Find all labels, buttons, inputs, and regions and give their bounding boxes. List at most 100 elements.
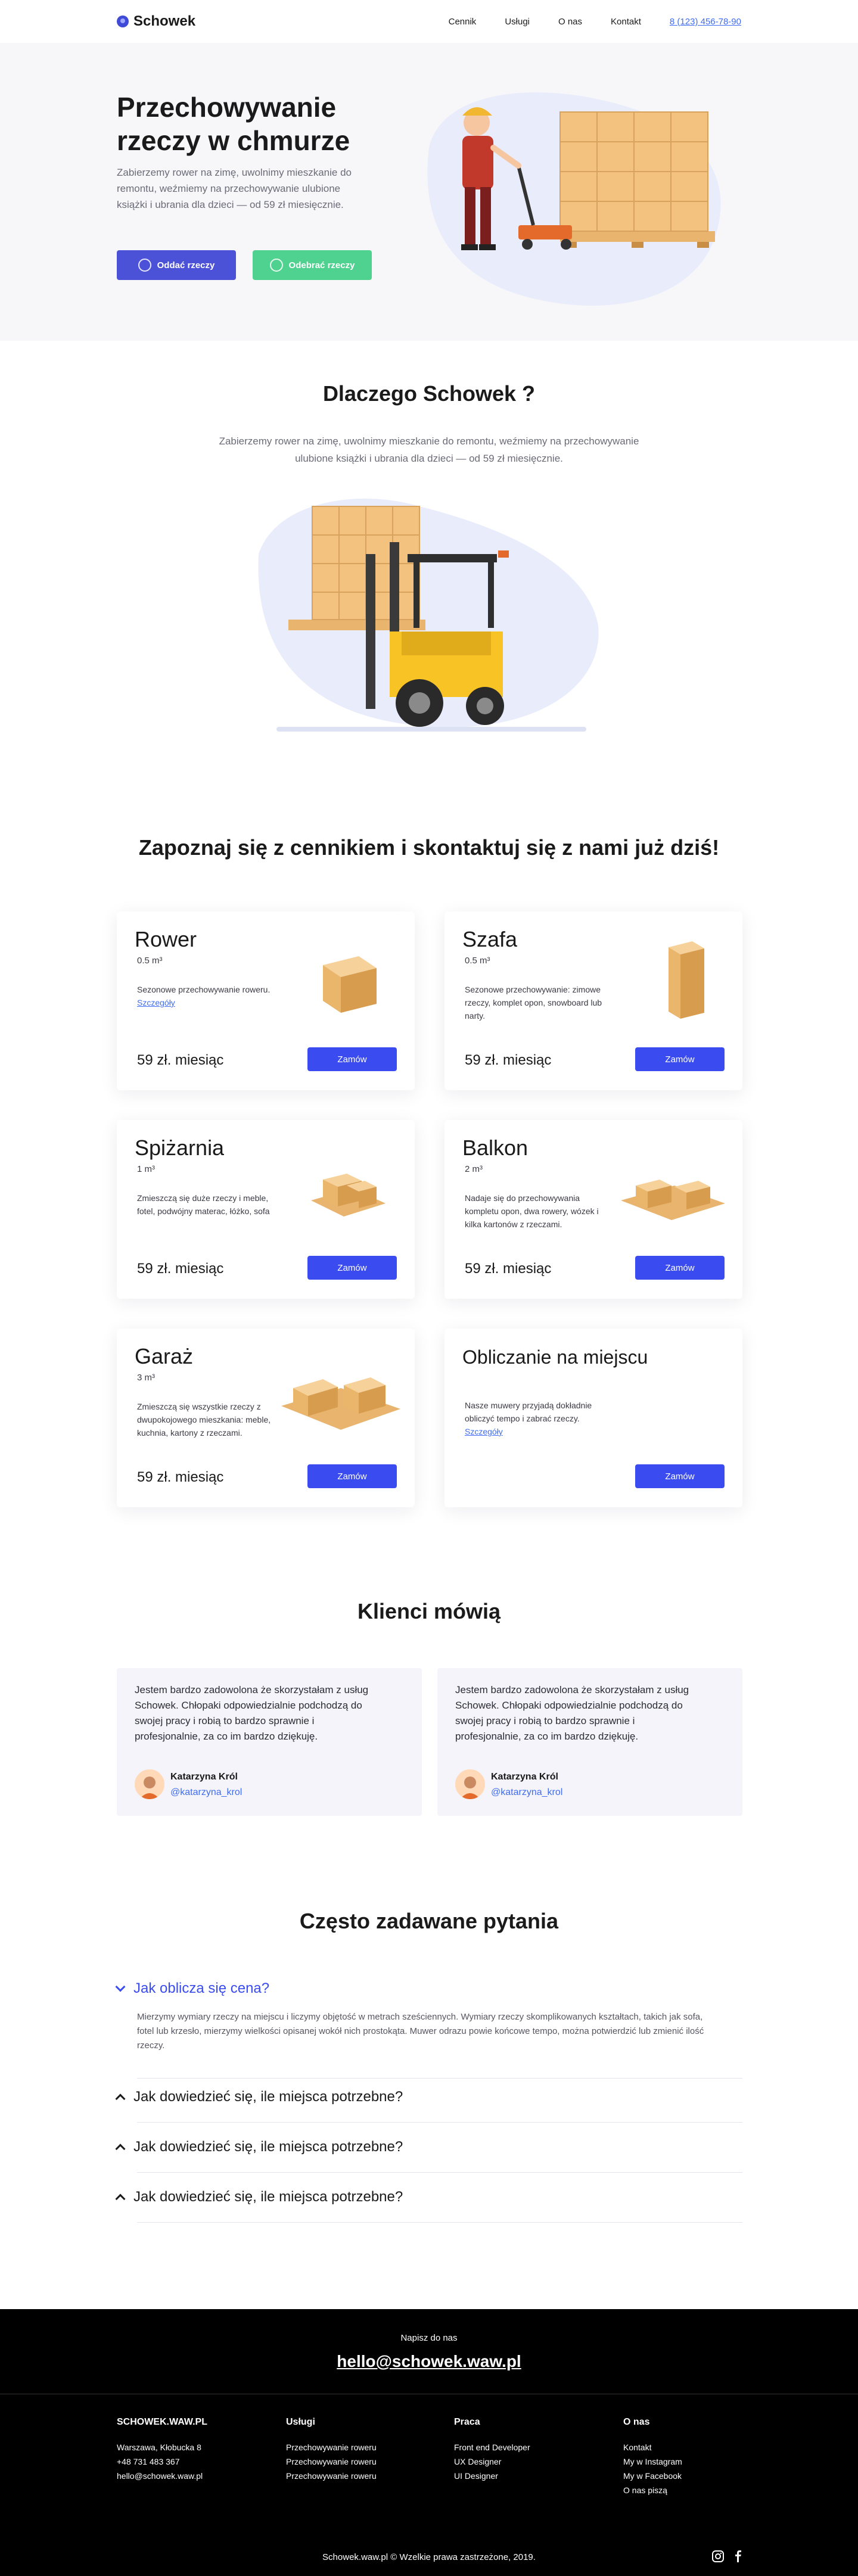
card-size: 2 m³ — [465, 1164, 483, 1174]
details-link[interactable]: Szczegóły — [137, 996, 286, 1009]
take-items-button[interactable]: Odebrać rzeczy — [253, 250, 372, 280]
card-price: 59 zł. miesiąc — [137, 1052, 224, 1068]
main-nav: Cennik Usługi O nas Kontakt 8 (123) 456-… — [449, 17, 741, 27]
instagram-icon[interactable] — [711, 2550, 725, 2563]
details-link[interactable]: Szczegóły — [465, 1425, 614, 1438]
hero-lead: Zabierzemy rower na zimę, uwolnimy miesz… — [117, 167, 352, 210]
footer-link[interactable]: My w Facebook — [623, 2469, 682, 2483]
footer-col-title: Usługi — [286, 2417, 315, 2427]
card-size: 1 m³ — [137, 1164, 155, 1174]
footer-email-link[interactable]: hello@schowek.waw.pl — [0, 2352, 858, 2371]
pricing-card-rower: Rower 0.5 m³ Sezonowe przechowywanie row… — [117, 911, 415, 1090]
footer-phone[interactable]: +48 731 483 367 — [117, 2454, 207, 2469]
review-author: Katarzyna Król — [491, 1772, 558, 1782]
card-desc: Zmieszczą się wszystkie rzeczy z dwupoko… — [137, 1402, 271, 1438]
chevron-down-icon — [115, 1981, 126, 1992]
card-size: 0.5 m³ — [137, 956, 163, 966]
divider — [137, 2122, 742, 2123]
review-handle[interactable]: @katarzyna_krol — [491, 1787, 562, 1798]
hand-icon — [138, 259, 151, 272]
nav-link-cennik[interactable]: Cennik — [449, 17, 477, 27]
forklift-illustration — [258, 498, 599, 732]
card-desc-text: Sezonowe przechowywanie roweru. — [137, 985, 271, 994]
card-desc: Zmieszczą się duże rzeczy i meble, fotel… — [137, 1193, 270, 1216]
card-desc: Sezonowe przechowywanie roweru. Szczegół… — [137, 983, 286, 1009]
footer-col-title: SCHOWEK.WAW.PL — [117, 2417, 207, 2427]
write-to-us-label: Napisz do nas — [400, 2333, 458, 2343]
footer-link[interactable]: Przechowywanie roweru — [286, 2454, 377, 2469]
pricing-card-on-site: Obliczanie na miejscu Nasze muwery przyj… — [444, 1329, 742, 1507]
card-desc: Nasze muwery przyjadą dokładnie obliczyć… — [465, 1399, 614, 1438]
chevron-up-icon — [115, 2194, 126, 2204]
card-price: 59 zł. miesiąc — [137, 1261, 224, 1277]
chevron-up-icon — [115, 2093, 126, 2104]
footer-col-about: O nas Kontakt My w Instagram My w Facebo… — [623, 2415, 682, 2497]
footer-link[interactable]: O nas piszą — [623, 2483, 682, 2497]
faq-question-text: Jak dowiedzieć się, ile miejsca potrzebn… — [133, 2139, 403, 2155]
order-button[interactable]: Zamów — [635, 1047, 725, 1071]
footer-col-company: SCHOWEK.WAW.PL Warszawa, Kłobucka 8 +48 … — [117, 2415, 207, 2483]
review-author: Katarzyna Król — [170, 1772, 238, 1782]
review-handle[interactable]: @katarzyna_krol — [170, 1787, 242, 1798]
footer-link[interactable]: My w Instagram — [623, 2454, 682, 2469]
review-card: Jestem bardzo zadowolona że skorzystałam… — [117, 1668, 422, 1816]
avatar — [455, 1769, 485, 1799]
faq-question-text: Jak dowiedzieć się, ile miejsca potrzebn… — [133, 2089, 403, 2105]
nav-link-uslugi[interactable]: Usługi — [505, 17, 530, 27]
footer-col-jobs: Praca Front end Developer UX Designer UI… — [454, 2415, 530, 2483]
why-title: Dlaczego Schowek ? — [322, 381, 536, 406]
divider — [137, 2172, 742, 2173]
review-card: Jestem bardzo zadowolona że skorzystałam… — [437, 1668, 742, 1816]
card-price: 59 zł. miesiąc — [465, 1261, 552, 1277]
box-illustration — [323, 956, 377, 1013]
facebook-icon[interactable] — [732, 2550, 745, 2563]
logo-text: Schowek — [133, 13, 196, 29]
footer-link[interactable]: UI Designer — [454, 2469, 530, 2483]
pallets-illustration — [281, 1377, 400, 1430]
footer-link[interactable]: Przechowywanie roweru — [286, 2469, 377, 2483]
site-header: Schowek Cennik Usługi O nas Kontakt 8 (1… — [0, 0, 858, 43]
card-name: Rower — [135, 927, 197, 951]
hand-icon — [269, 259, 283, 272]
review-text: Jestem bardzo zadowolona że skorzystałam… — [455, 1684, 689, 1742]
pricing-card-spizarnia: Spiżarnia 1 m³ Zmieszczą się duże rzeczy… — [117, 1120, 415, 1299]
faq-question-text: Jak dowiedzieć się, ile miejsca potrzebn… — [133, 2189, 403, 2205]
site-footer: Napisz do nas hello@schowek.waw.pl SCHOW… — [0, 2309, 858, 2576]
faq-item: Jak dowiedzieć się, ile miejsca potrzebn… — [115, 2089, 742, 2105]
order-button[interactable]: Zamów — [307, 1464, 397, 1488]
tall-box-illustration — [669, 941, 704, 1019]
footer-mail[interactable]: hello@schowek.waw.pl — [117, 2469, 207, 2483]
faq-question[interactable]: Jak dowiedzieć się, ile miejsca potrzebn… — [115, 2189, 742, 2205]
logo[interactable]: Schowek — [117, 13, 195, 30]
why-text: Zabierzemy rower na zimę, uwolnimy miesz… — [219, 435, 639, 464]
faq-title: Często zadawane pytania — [299, 1909, 559, 1933]
phone-link[interactable]: 8 (123) 456-78-90 — [670, 17, 741, 27]
footer-link[interactable]: Front end Developer — [454, 2440, 530, 2454]
faq-question[interactable]: Jak oblicza się cena? — [115, 1980, 742, 1997]
nav-link-kontakt[interactable]: Kontakt — [611, 17, 641, 27]
card-name: Spiżarnia — [135, 1135, 225, 1160]
review-text: Jestem bardzo zadowolona że skorzystałam… — [135, 1684, 369, 1742]
footer-link[interactable]: Kontakt — [623, 2440, 682, 2454]
order-button[interactable]: Zamów — [635, 1464, 725, 1488]
faq-item: Jak dowiedzieć się, ile miejsca potrzebn… — [115, 2139, 742, 2155]
faq-item: Jak oblicza się cena? Mierzymy wymiary r… — [115, 1980, 742, 2053]
nav-link-o-nas[interactable]: O nas — [558, 17, 582, 27]
order-button[interactable]: Zamów — [307, 1047, 397, 1071]
give-items-button[interactable]: Oddać rzeczy — [117, 250, 236, 280]
faq-question[interactable]: Jak dowiedzieć się, ile miejsca potrzebn… — [115, 2089, 742, 2105]
faq-question[interactable]: Jak dowiedzieć się, ile miejsca potrzebn… — [115, 2139, 742, 2155]
chevron-up-icon — [115, 2143, 126, 2154]
pricing-card-szafa: Szafa 0.5 m³ Sezonowe przechowywanie: zi… — [444, 911, 742, 1090]
pallet-boxes-illustration — [311, 1174, 386, 1217]
footer-link[interactable]: Przechowywanie roweru — [286, 2440, 377, 2454]
hero-title: Przechowywanie rzeczy w chmurze — [117, 92, 350, 156]
footer-col-title: O nas — [623, 2417, 650, 2427]
footer-col-title: Praca — [454, 2417, 480, 2427]
pricing-title: Zapoznaj się z cennikiem i skontaktuj si… — [138, 835, 720, 860]
card-price: 59 zł. miesiąc — [137, 1469, 224, 1485]
footer-link[interactable]: UX Designer — [454, 2454, 530, 2469]
logo-icon — [117, 15, 129, 27]
order-button[interactable]: Zamów — [635, 1256, 725, 1280]
order-button[interactable]: Zamów — [307, 1256, 397, 1280]
